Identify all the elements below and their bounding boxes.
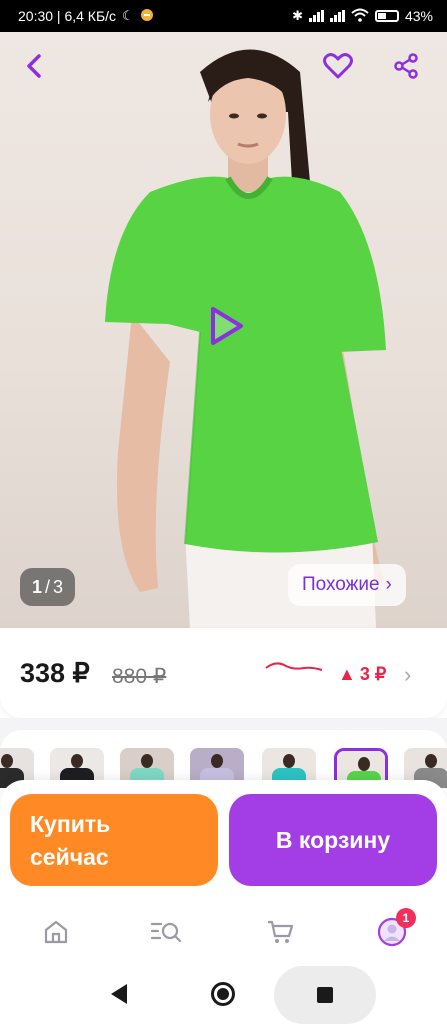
color-variants-strip <box>0 718 447 788</box>
model-head <box>141 754 153 768</box>
add-to-cart-button[interactable]: В корзину <box>229 794 437 886</box>
product-photo[interactable]: 1 / 3 Похожие › <box>0 32 447 628</box>
model-head <box>211 754 223 768</box>
buy-now-label-line1: Купить <box>30 811 111 837</box>
cart-icon <box>268 920 294 943</box>
bottom-navigation: 1 <box>0 908 447 954</box>
current-price: 338 ₽ <box>20 658 90 688</box>
share-button[interactable] <box>388 48 424 84</box>
chevron-right-icon: › <box>385 574 392 595</box>
price-change-value: 3 ₽ <box>359 664 387 684</box>
chevron-left-icon <box>27 54 41 78</box>
nav-cart[interactable] <box>260 914 300 950</box>
action-panel: Купить сейчас В корзину <box>0 780 447 908</box>
battery-percent: 43% <box>404 8 433 24</box>
nav-catalog[interactable] <box>146 914 186 950</box>
share-icon <box>394 53 418 79</box>
wifi-icon <box>351 8 369 25</box>
heart-icon <box>323 53 353 79</box>
square-icon <box>317 987 333 1003</box>
play-icon <box>211 307 243 345</box>
model-head <box>71 754 83 768</box>
model-head <box>283 754 295 768</box>
photo-counter-current: 1 <box>32 576 43 597</box>
price-change: ▲ 3 ₽ <box>338 664 386 685</box>
signal-icon-2 <box>329 10 345 22</box>
price-section[interactable]: 338 ₽ 880 ₽ ▲ 3 ₽ › <box>0 628 447 718</box>
moon-icon: ☾ <box>122 8 134 23</box>
price-trend-sparkline-icon <box>265 662 323 671</box>
model-head <box>425 754 437 768</box>
catalog-search-icon <box>150 922 182 943</box>
profile-badge: 1 <box>396 908 416 928</box>
nav-home[interactable] <box>36 914 76 950</box>
bluetooth-icon: ✱ <box>292 8 303 23</box>
photo-counter: 1 / 3 <box>20 568 76 606</box>
model-head <box>358 757 370 771</box>
home-icon <box>44 920 68 944</box>
system-recents-button[interactable] <box>274 966 376 1024</box>
model-head <box>1 754 13 768</box>
app-notification-icon <box>140 8 154 25</box>
buy-now-label-line2: сейчас <box>30 844 109 870</box>
photo-counter-sep: / <box>45 576 51 597</box>
system-navigation <box>0 954 447 1024</box>
status-time-speed: 20:30 | 6,4 КБ/с <box>18 8 117 24</box>
back-button[interactable] <box>16 48 52 84</box>
favorite-button[interactable] <box>320 48 356 84</box>
nav-profile[interactable]: 1 <box>372 908 416 950</box>
play-video-button[interactable] <box>204 304 248 348</box>
price-chevron-icon: › <box>404 662 412 687</box>
system-home-button[interactable] <box>210 981 236 1007</box>
photo-counter-total: 3 <box>53 576 64 597</box>
similar-label: Похожие <box>302 574 380 595</box>
buy-now-button[interactable]: Купить сейчас <box>10 794 218 886</box>
system-back-button[interactable] <box>108 982 130 1006</box>
battery-icon <box>374 10 399 22</box>
status-bar: 20:30 | 6,4 КБ/с ☾ ✱ 43% <box>0 0 447 32</box>
old-price: 880 ₽ <box>112 665 167 688</box>
triangle-up-icon: ▲ <box>338 664 356 684</box>
similar-button[interactable]: Похожие › <box>288 564 406 606</box>
signal-icon <box>308 10 324 22</box>
